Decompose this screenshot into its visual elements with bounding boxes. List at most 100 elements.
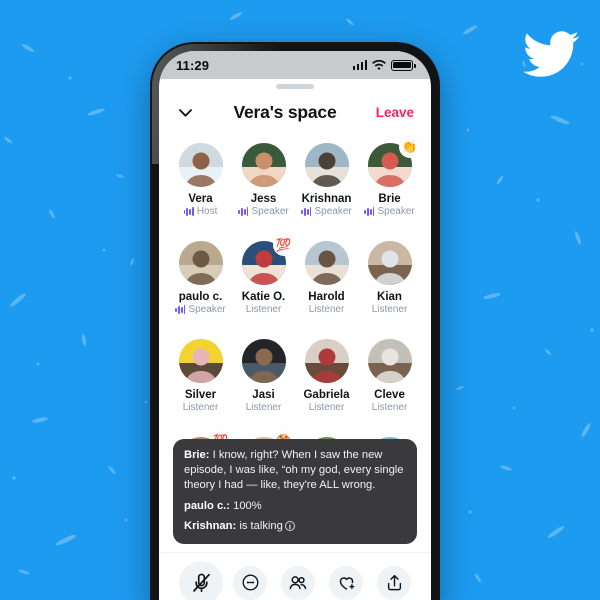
page-title: Vera's space xyxy=(233,101,337,122)
participant-role-label: Speaker xyxy=(377,206,415,217)
sheet-drag-handle[interactable] xyxy=(159,79,431,93)
participant-name: paulo c. xyxy=(178,291,223,303)
speaking-waveform-icon xyxy=(301,207,312,216)
participants-grid: Vera Host Jess Speaker Krishnan Speaker 👏 Brie S… xyxy=(169,136,421,481)
participant-role-label: Speaker xyxy=(314,206,352,217)
participant-name: Cleve xyxy=(374,389,405,401)
participant-name: Krishnan xyxy=(301,193,352,205)
leave-button[interactable]: Leave xyxy=(368,105,414,120)
participant-role: Speaker xyxy=(238,206,289,217)
participant-role-label: Listener xyxy=(371,304,408,315)
participant-gabriela[interactable]: Gabriela Listener xyxy=(295,339,358,413)
avatar-wrapper xyxy=(304,143,349,187)
participant-name: Silver xyxy=(184,389,217,401)
participant-role: Speaker xyxy=(175,304,226,315)
wifi-icon xyxy=(372,59,386,70)
participant-name: Jasi xyxy=(252,389,275,401)
share-upload-icon[interactable] xyxy=(377,565,411,600)
live-caption-overlay: Brie: I know, right? When I saw the new … xyxy=(173,438,417,544)
participant-role: Listener xyxy=(246,304,282,315)
participant-role: Listener xyxy=(372,304,408,315)
caption-speaker: Krishnan: xyxy=(184,519,237,532)
reaction-badge: 👏 xyxy=(398,136,421,158)
participant-role-label: Speaker xyxy=(188,304,226,315)
heart-plus-icon[interactable] xyxy=(329,565,363,600)
participants-scroll-area[interactable]: Vera Host Jess Speaker Krishnan Speaker 👏 Brie S… xyxy=(159,131,431,552)
caption-text: is talking xyxy=(236,519,283,532)
participant-katie-o[interactable]: 💯 Katie O. Listener xyxy=(232,234,295,315)
avatar-wrapper xyxy=(241,339,286,383)
participant-jasi[interactable]: Jasi Listener xyxy=(232,339,295,413)
status-clock: 11:29 xyxy=(176,57,210,73)
caption-line: Brie: I know, right? When I saw the new … xyxy=(184,448,406,494)
participant-name: Katie O. xyxy=(241,291,286,303)
avatar-wrapper xyxy=(178,339,223,383)
avatar-jess xyxy=(241,143,286,187)
avatar-paulo xyxy=(178,241,223,285)
participant-role: Listener xyxy=(309,304,345,315)
participant-vera[interactable]: Vera Host xyxy=(169,143,232,217)
participant-role-label: Listener xyxy=(182,402,219,413)
participant-role: Speaker xyxy=(301,206,352,217)
cellular-bars-icon xyxy=(352,60,367,70)
avatar-silver xyxy=(178,339,223,383)
participant-cleve[interactable]: Cleve Listener xyxy=(358,339,421,413)
status-icons xyxy=(352,59,416,71)
phone-device: 11:29 Vera's space Leave Vera Host Jess … xyxy=(150,42,440,600)
caption-text: 100% xyxy=(230,499,262,512)
participant-harold[interactable]: Harold Listener xyxy=(295,241,358,315)
avatar-wrapper: 💯 xyxy=(241,234,295,285)
info-icon[interactable]: i xyxy=(284,520,295,531)
caption-speaker: Brie: xyxy=(184,448,210,461)
avatar-krishnan xyxy=(304,143,349,187)
participant-role-label: Listener xyxy=(308,304,345,315)
participant-role-label: Listener xyxy=(308,402,345,413)
caption-line: Krishnan: is talking i xyxy=(184,519,406,534)
avatar-wrapper xyxy=(178,143,223,187)
twitter-bird-icon xyxy=(523,31,579,77)
participant-name: Jess xyxy=(250,193,277,205)
avatar-wrapper xyxy=(178,241,223,285)
chevron-down-icon[interactable] xyxy=(176,103,202,122)
caption-line: paulo c.: 100% xyxy=(184,499,406,514)
participant-name: Harold xyxy=(308,291,345,303)
avatar-wrapper xyxy=(304,339,349,383)
participant-role: Listener xyxy=(309,402,345,413)
participant-role-label: Speaker xyxy=(251,206,289,217)
emoji-reaction-icon[interactable] xyxy=(233,565,267,600)
participant-silver[interactable]: Silver Listener xyxy=(169,339,232,413)
battery-full-icon xyxy=(391,59,416,71)
participant-role: Listener xyxy=(183,402,219,413)
participant-role-label: Host xyxy=(196,206,218,217)
participant-brie[interactable]: 👏 Brie Speaker xyxy=(358,136,421,217)
people-icon[interactable] xyxy=(281,565,315,600)
participant-krishnan[interactable]: Krishnan Speaker xyxy=(295,143,358,217)
participant-role-label: Listener xyxy=(371,402,408,413)
participant-jess[interactable]: Jess Speaker xyxy=(232,143,295,217)
speaking-waveform-icon xyxy=(238,207,249,216)
avatar-wrapper: 👏 xyxy=(367,136,421,187)
avatar-cleve xyxy=(367,339,412,383)
participant-paulo-c[interactable]: paulo c. Speaker xyxy=(169,241,232,315)
toolbar-actions xyxy=(233,565,411,600)
microphone-muted-icon[interactable] xyxy=(179,560,223,600)
speaking-waveform-icon xyxy=(183,207,194,216)
participant-role: Listener xyxy=(246,402,282,413)
participant-name: Gabriela xyxy=(303,389,350,401)
avatar-wrapper xyxy=(241,143,286,187)
participant-kian[interactable]: Kian Listener xyxy=(358,241,421,315)
status-bar: 11:29 xyxy=(159,51,431,79)
participant-name: Kian xyxy=(377,291,402,303)
caption-text: I know, right? When I saw the new episod… xyxy=(184,448,404,492)
speaking-waveform-icon xyxy=(175,305,186,314)
participant-role-label: Listener xyxy=(245,304,282,315)
participant-role: Host xyxy=(183,206,218,217)
participant-role: Speaker xyxy=(364,206,415,217)
participant-name: Brie xyxy=(378,193,401,205)
avatar-kian xyxy=(367,241,412,285)
reaction-badge: 💯 xyxy=(272,234,295,256)
screenshot-canvas: 11:29 Vera's space Leave Vera Host Jess … xyxy=(0,0,600,600)
space-header: Vera's space Leave xyxy=(159,93,431,131)
participant-name: Vera xyxy=(188,193,213,205)
speaking-waveform-icon xyxy=(364,207,375,216)
